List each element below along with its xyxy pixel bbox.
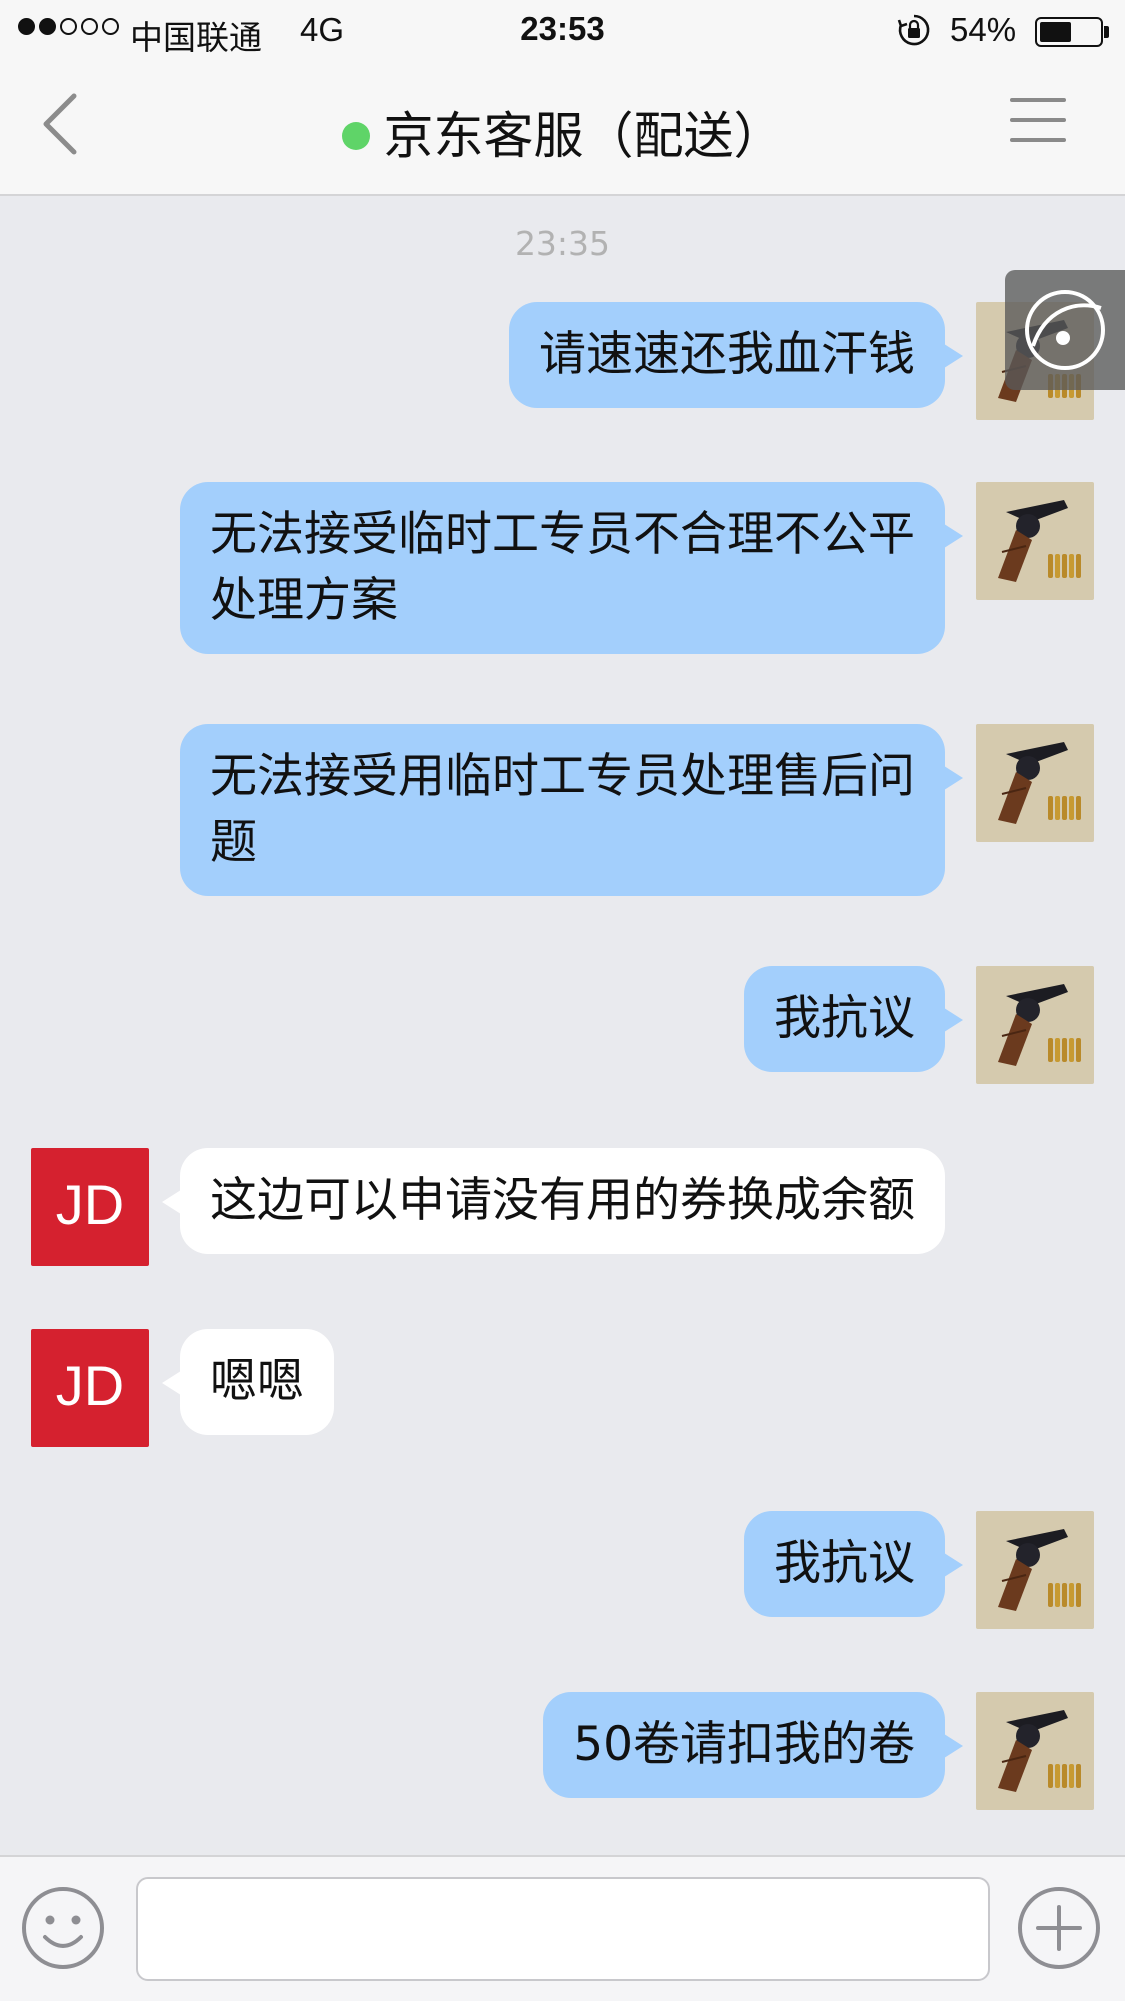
user-avatar[interactable] bbox=[976, 1692, 1094, 1810]
message-bubble-outgoing[interactable]: 我抗议 bbox=[744, 966, 963, 1072]
message-input[interactable] bbox=[136, 1877, 990, 1981]
jd-avatar[interactable]: JD bbox=[31, 1148, 149, 1266]
jd-logo: JD bbox=[56, 1173, 124, 1236]
floating-assist-button[interactable] bbox=[1005, 270, 1125, 390]
jd-logo-text: JD bbox=[56, 1173, 124, 1236]
user-avatar[interactable] bbox=[976, 482, 1094, 600]
assistive-touch-icon bbox=[1025, 290, 1105, 370]
jd-logo: JD bbox=[56, 1354, 124, 1417]
rotation-lock-icon bbox=[897, 14, 930, 46]
user-avatar[interactable] bbox=[976, 1511, 1094, 1629]
revolver-photo bbox=[976, 724, 1094, 842]
message-line: 无法接受临时工专员不合理不公平 bbox=[210, 507, 915, 562]
message-bubble-outgoing[interactable]: 无法接受临时工专员不合理不公平 处理方案 bbox=[180, 482, 963, 654]
message-bubble-outgoing[interactable]: 我抗议 bbox=[744, 1511, 963, 1617]
message-line: 嗯嗯 bbox=[210, 1354, 304, 1409]
chat-title: 京东客服（配送） bbox=[0, 96, 1125, 168]
menu-line bbox=[1010, 138, 1066, 142]
message-bubble-incoming[interactable]: 嗯嗯 bbox=[162, 1329, 334, 1435]
battery-percent: 54% bbox=[950, 11, 1017, 48]
plus-icon[interactable] bbox=[1016, 1885, 1102, 1971]
smiley-icon[interactable] bbox=[20, 1885, 106, 1971]
chat-title-text: 京东客服（配送） bbox=[383, 107, 784, 165]
message-bubble-outgoing[interactable]: 无法接受用临时工专员处理售后问题 bbox=[180, 724, 963, 896]
message-line: 题 bbox=[210, 815, 257, 870]
status-bar: 中国联通 4G 23:53 54% bbox=[0, 0, 1125, 62]
battery-level bbox=[1040, 22, 1072, 42]
jd-logo-text: JD bbox=[56, 1354, 124, 1417]
message-bubble-outgoing[interactable]: 50卷请扣我的卷 bbox=[543, 1692, 963, 1798]
nav-bar: 京东客服（配送） bbox=[0, 62, 1125, 196]
input-bar bbox=[0, 1855, 1125, 2001]
message-line: 请速速还我血汗钱 bbox=[539, 327, 915, 382]
menu-line bbox=[1010, 118, 1066, 122]
user-avatar[interactable] bbox=[976, 724, 1094, 842]
revolver-photo bbox=[976, 966, 1094, 1084]
message-bubble-incoming[interactable]: 这边可以申请没有用的券换成余额 bbox=[162, 1148, 945, 1254]
revolver-photo bbox=[976, 482, 1094, 600]
jd-avatar[interactable]: JD bbox=[31, 1329, 149, 1447]
battery-icon bbox=[1035, 17, 1103, 47]
message-line: 我抗议 bbox=[774, 1536, 915, 1591]
message-line: 这边可以申请没有用的券换成余额 bbox=[210, 1173, 915, 1228]
message-line: 处理方案 bbox=[210, 573, 398, 628]
message-line: 50卷请扣我的卷 bbox=[573, 1717, 915, 1772]
message-line: 无法接受用临时工专员处理售后问 bbox=[210, 749, 915, 804]
message-bubble-outgoing[interactable]: 请速速还我血汗钱 bbox=[509, 302, 963, 408]
menu-icon[interactable] bbox=[1010, 98, 1066, 154]
revolver-photo bbox=[976, 1511, 1094, 1629]
revolver-photo bbox=[976, 1692, 1094, 1810]
message-line: 我抗议 bbox=[774, 991, 915, 1046]
user-avatar[interactable] bbox=[976, 966, 1094, 1084]
message-timestamp: 23:35 bbox=[514, 224, 611, 263]
battery-tip bbox=[1104, 26, 1109, 38]
menu-line bbox=[1010, 98, 1066, 102]
online-status-icon bbox=[341, 121, 370, 150]
chat-area[interactable]: 23:35 请速速还我血汗钱 无法接受临时工专员不合理不公平 处理方案 无法接受用… bbox=[0, 198, 1125, 1853]
